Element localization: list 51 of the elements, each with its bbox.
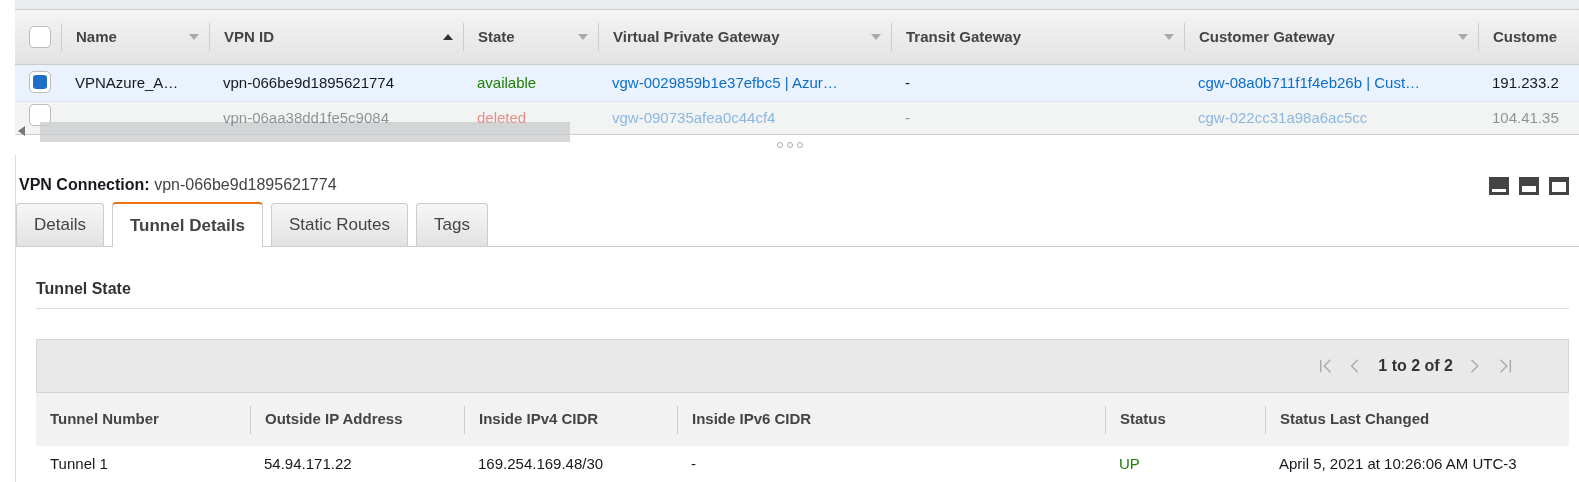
status-text: UP — [1119, 454, 1140, 472]
column-header: Tunnel Number — [50, 409, 159, 430]
page-range: 1 to 2 of 2 — [1378, 356, 1453, 376]
column-header: Outside IP Address — [265, 409, 403, 430]
table-cell: - — [905, 108, 910, 126]
column-header[interactable]: Transit Gateway — [906, 25, 1022, 49]
column-header: Inside IPv4 CIDR — [479, 409, 599, 430]
column-header: Inside IPv6 CIDR — [692, 409, 812, 430]
panel-size-icon[interactable] — [1519, 176, 1539, 195]
sort-caret-icon[interactable] — [578, 34, 588, 40]
table-cell: available — [477, 73, 537, 91]
table-cell: deleted — [477, 108, 527, 126]
table-cell: Tunnel 1 — [50, 454, 108, 472]
table-cell: 54.94.171.22 — [264, 454, 352, 472]
sort-caret-icon[interactable] — [189, 34, 199, 40]
detail-value: vpn-066be9d1895621774 — [154, 176, 337, 193]
scroll-left-icon[interactable] — [18, 126, 26, 136]
panel-size-icon[interactable] — [1489, 176, 1509, 195]
table-cell: - — [691, 454, 696, 472]
table-cell: 104.41.35 — [1492, 108, 1559, 126]
tab[interactable]: Static Routes — [270, 203, 408, 246]
column-header: Status — [1120, 409, 1166, 430]
tab[interactable]: Tunnel Details — [111, 202, 263, 247]
select-all-checkbox[interactable] — [29, 26, 51, 48]
link[interactable]: vgw-0029859b1e37efbc5 | Azur… — [612, 73, 838, 91]
sort-caret-icon[interactable] — [871, 34, 881, 40]
table-cell: 169.254.169.48/30 — [478, 454, 604, 472]
sort-caret-icon[interactable] — [1458, 34, 1468, 40]
table-cell: vpn-06aa38dd1fe5c9084 — [223, 108, 389, 126]
panel-size-icon[interactable] — [1549, 176, 1569, 195]
column-header[interactable]: VPN ID — [224, 25, 274, 49]
column-header: Status Last Changed — [1280, 409, 1430, 430]
tab[interactable]: Details — [16, 203, 104, 246]
tab[interactable]: Tags — [416, 203, 488, 246]
last-page-icon[interactable] — [1497, 357, 1513, 375]
section-title: Tunnel State — [36, 247, 1569, 309]
row-checkbox[interactable] — [29, 70, 51, 93]
table-cell: - — [905, 73, 910, 91]
column-header[interactable]: Name — [76, 25, 117, 49]
column-header[interactable]: Virtual Private Gateway — [613, 25, 780, 49]
column-header[interactable]: Custome — [1493, 25, 1558, 49]
table-cell: April 5, 2021 at 10:26:06 AM UTC-3 — [1279, 454, 1517, 472]
table-cell: 191.233.2 — [1492, 73, 1559, 91]
detail-label: VPN Connection: — [19, 176, 150, 193]
column-header[interactable]: State — [478, 25, 515, 49]
sort-caret-icon[interactable] — [1164, 34, 1174, 40]
column-header[interactable]: Customer Gateway — [1199, 25, 1335, 49]
link[interactable]: cgw-08a0b711f1f4eb26b | Cust… — [1198, 73, 1421, 91]
table-cell: VPNAzure_A… — [75, 73, 179, 91]
table-cell: vpn-066be9d1895621774 — [223, 73, 394, 91]
sort-ascending-icon[interactable] — [443, 34, 453, 40]
